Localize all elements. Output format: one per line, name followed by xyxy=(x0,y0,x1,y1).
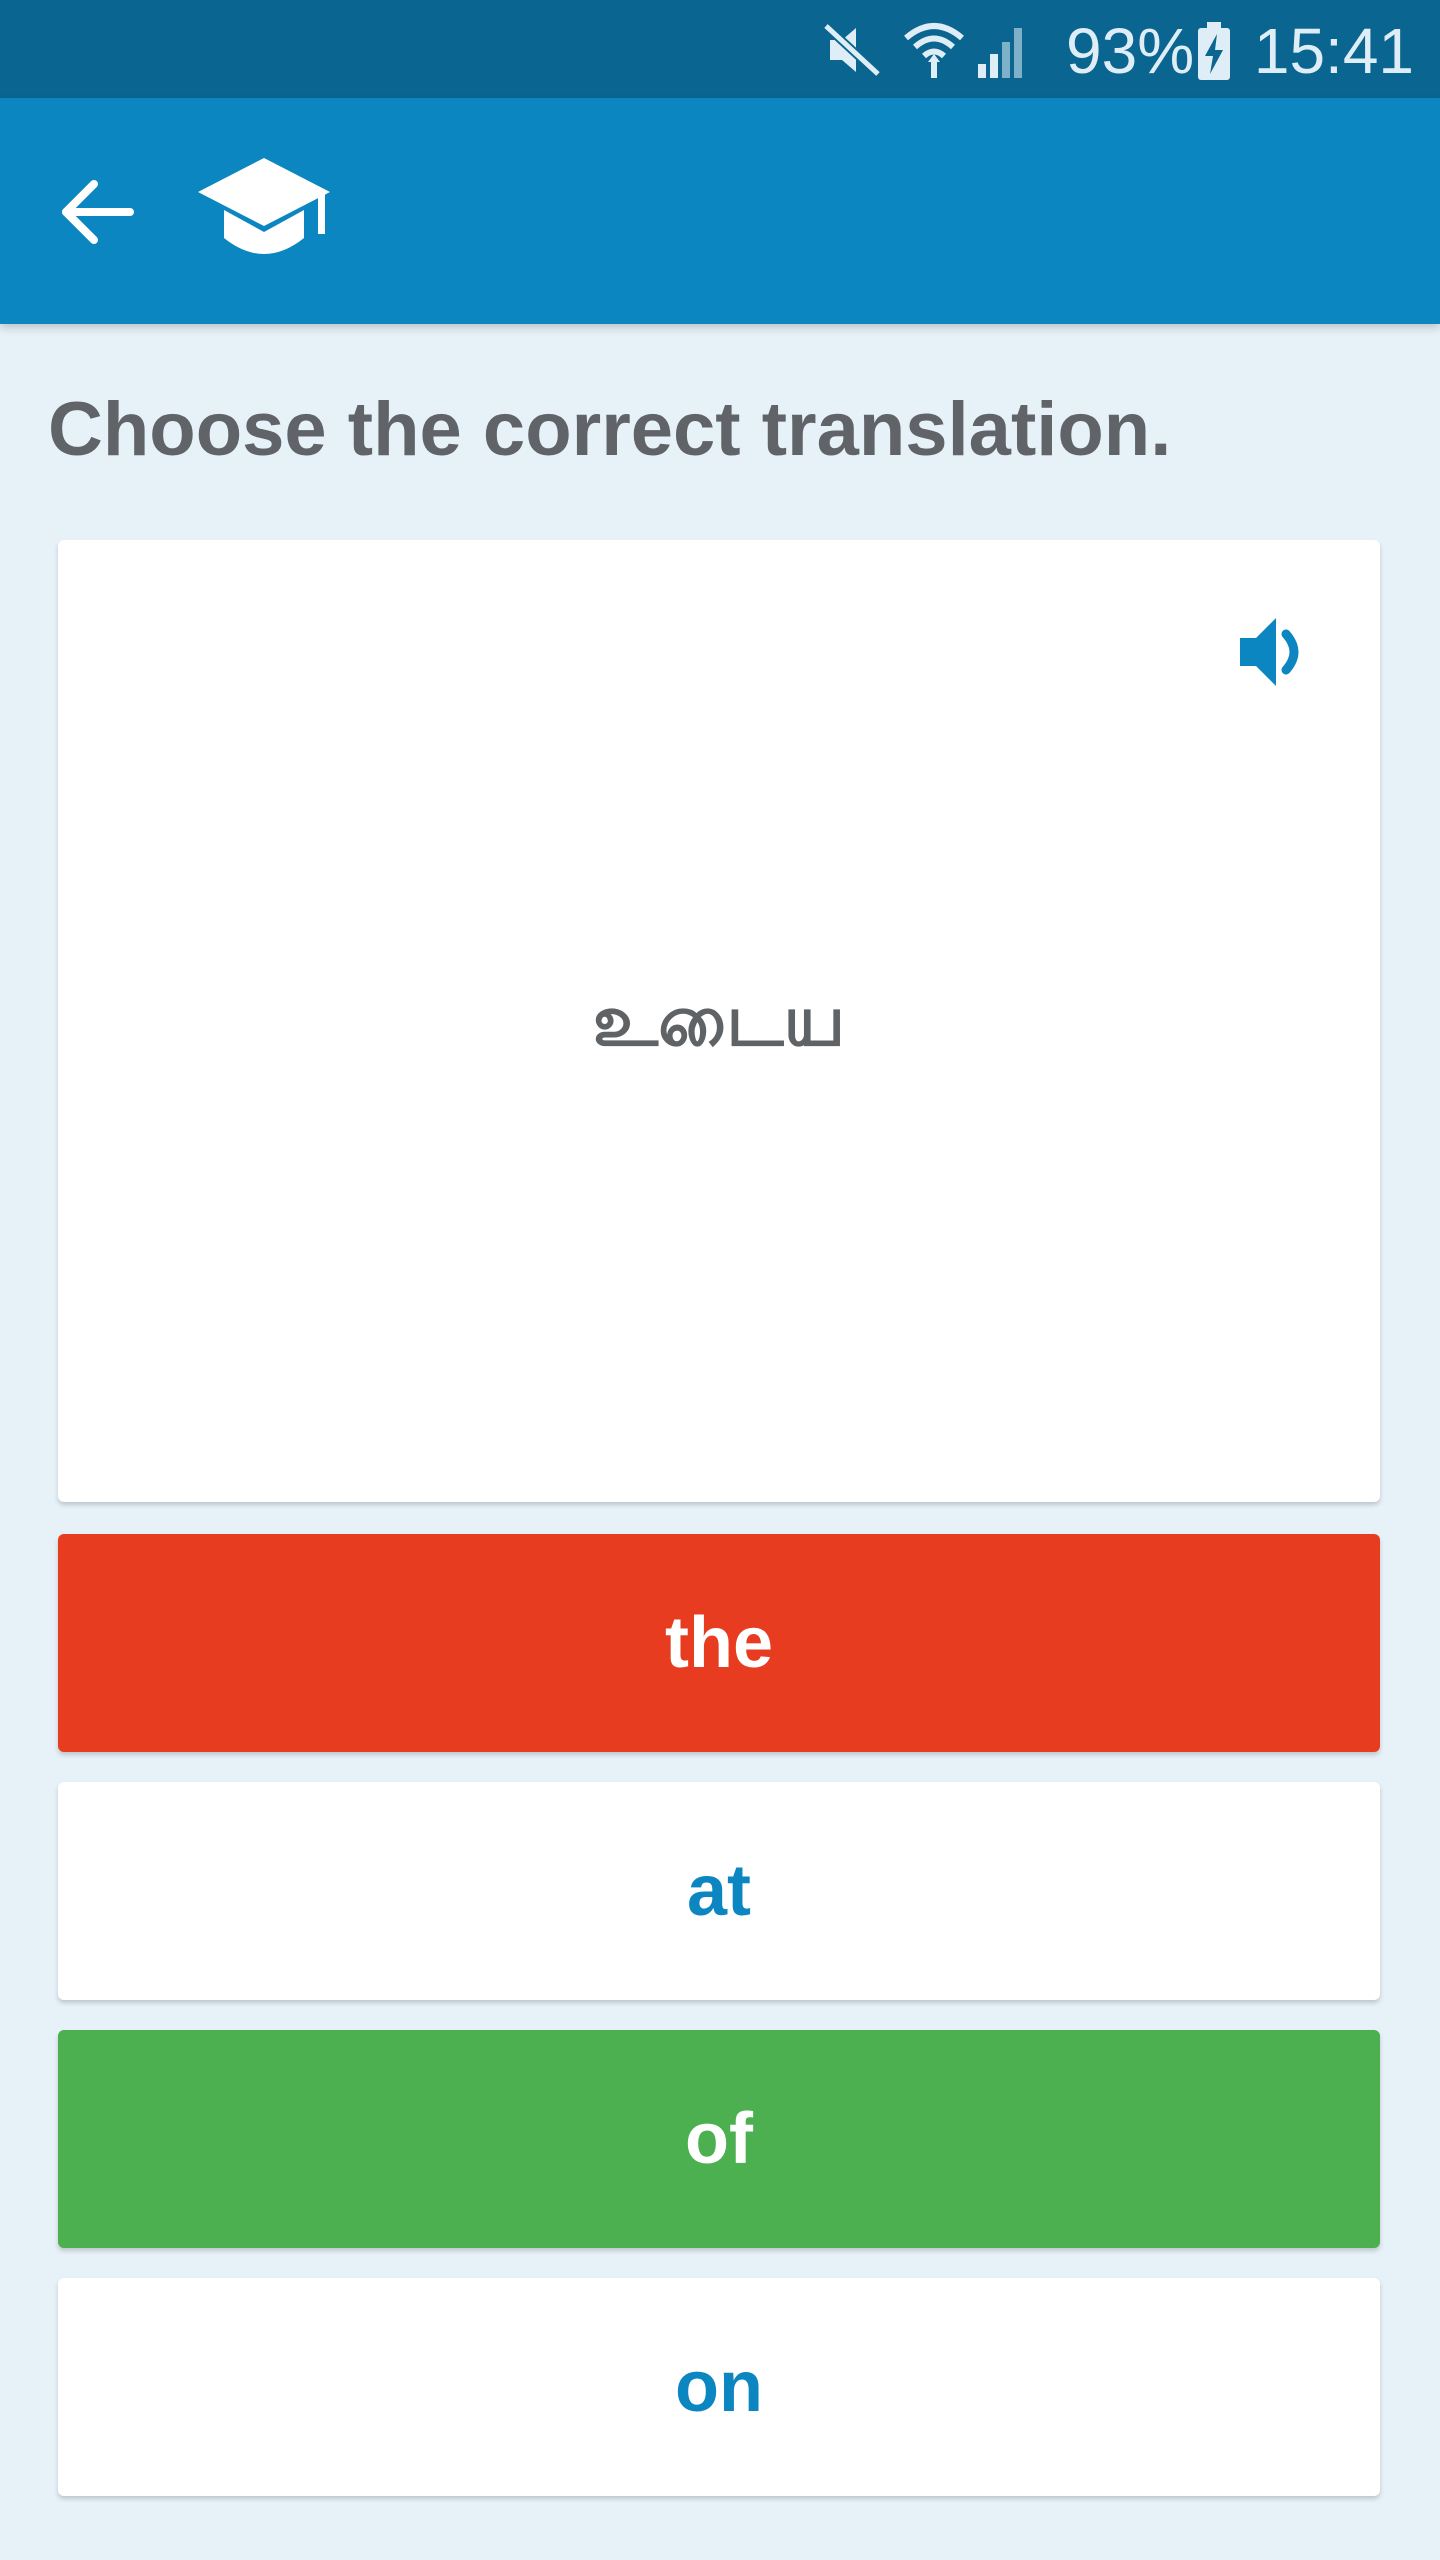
speaker-icon xyxy=(1240,618,1299,686)
arrow-left-icon xyxy=(62,180,134,244)
answer-option-at[interactable]: at xyxy=(58,1782,1380,2000)
answer-label: on xyxy=(675,2347,763,2427)
answer-label: the xyxy=(665,1603,773,1683)
graduation-cap-icon xyxy=(198,158,330,254)
answer-label: at xyxy=(686,1851,752,1931)
status-bar: 93% 15:41 xyxy=(0,0,1440,98)
battery-charging-icon xyxy=(1198,22,1230,80)
answer-option-on[interactable]: on xyxy=(58,2278,1380,2496)
mute-icon xyxy=(822,22,882,78)
answer-label: of xyxy=(685,2099,753,2179)
cell-signal-icon xyxy=(978,28,1022,78)
play-audio-button[interactable] xyxy=(1236,612,1316,692)
instruction-text: Choose the correct translation. xyxy=(48,387,1172,472)
answer-option-the[interactable]: the xyxy=(58,1534,1380,1752)
back-button[interactable] xyxy=(48,162,148,262)
wifi-icon xyxy=(904,23,964,78)
app-bar xyxy=(0,98,1440,324)
prompt-card: உடைய xyxy=(58,540,1380,1502)
app-logo xyxy=(196,152,332,270)
battery-percent: 93% xyxy=(1066,15,1195,87)
answer-option-of[interactable]: of xyxy=(58,2030,1380,2248)
clock: 15:41 xyxy=(1253,15,1414,87)
prompt-word: உடைய xyxy=(592,978,846,1062)
